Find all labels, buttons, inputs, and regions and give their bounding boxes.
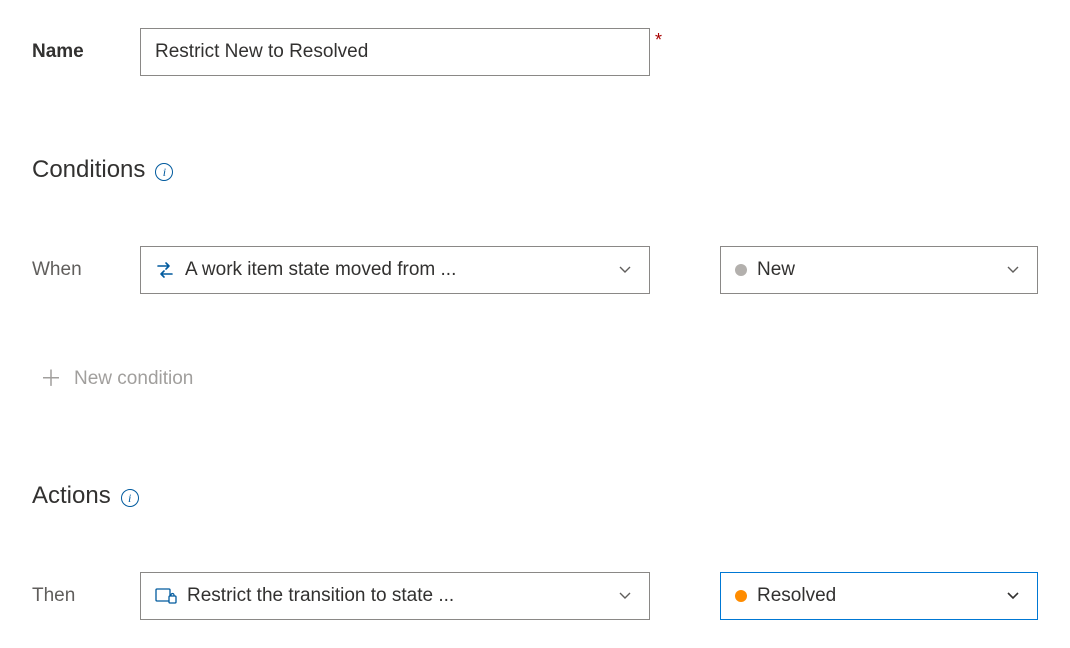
when-state-text: New: [757, 259, 993, 281]
actions-heading-row: Actions i: [32, 482, 1038, 510]
name-label: Name: [32, 41, 128, 63]
when-label: When: [32, 259, 128, 281]
when-condition-text: A work item state moved from ...: [185, 259, 605, 281]
state-move-icon: [155, 260, 175, 280]
then-action-text: Restrict the transition to state ...: [187, 585, 605, 607]
when-row: When A work item state moved from ... Ne…: [32, 246, 1038, 294]
conditions-heading-row: Conditions i: [32, 156, 1038, 184]
add-condition-button[interactable]: ＋ New condition: [40, 368, 1038, 390]
then-state-dropdown[interactable]: Resolved: [720, 572, 1038, 620]
chevron-down-icon: [1003, 586, 1023, 606]
name-input[interactable]: [140, 28, 650, 76]
then-label: Then: [32, 585, 128, 607]
chevron-down-icon: [615, 260, 635, 280]
add-condition-label: New condition: [74, 368, 193, 390]
required-asterisk: *: [655, 30, 662, 51]
restrict-transition-icon: [155, 587, 177, 605]
name-row: Name *: [32, 28, 1038, 76]
actions-heading: Actions: [32, 482, 111, 510]
chevron-down-icon: [1003, 260, 1023, 280]
then-state-text: Resolved: [757, 585, 993, 607]
then-row: Then Restrict the transition to state ..…: [32, 572, 1038, 620]
conditions-heading: Conditions: [32, 156, 145, 184]
then-action-dropdown[interactable]: Restrict the transition to state ...: [140, 572, 650, 620]
state-dot-icon: [735, 590, 747, 602]
when-condition-dropdown[interactable]: A work item state moved from ...: [140, 246, 650, 294]
when-state-dropdown[interactable]: New: [720, 246, 1038, 294]
state-dot-icon: [735, 264, 747, 276]
info-icon[interactable]: i: [155, 163, 173, 181]
plus-icon: ＋: [40, 368, 62, 390]
info-icon[interactable]: i: [121, 489, 139, 507]
chevron-down-icon: [615, 586, 635, 606]
